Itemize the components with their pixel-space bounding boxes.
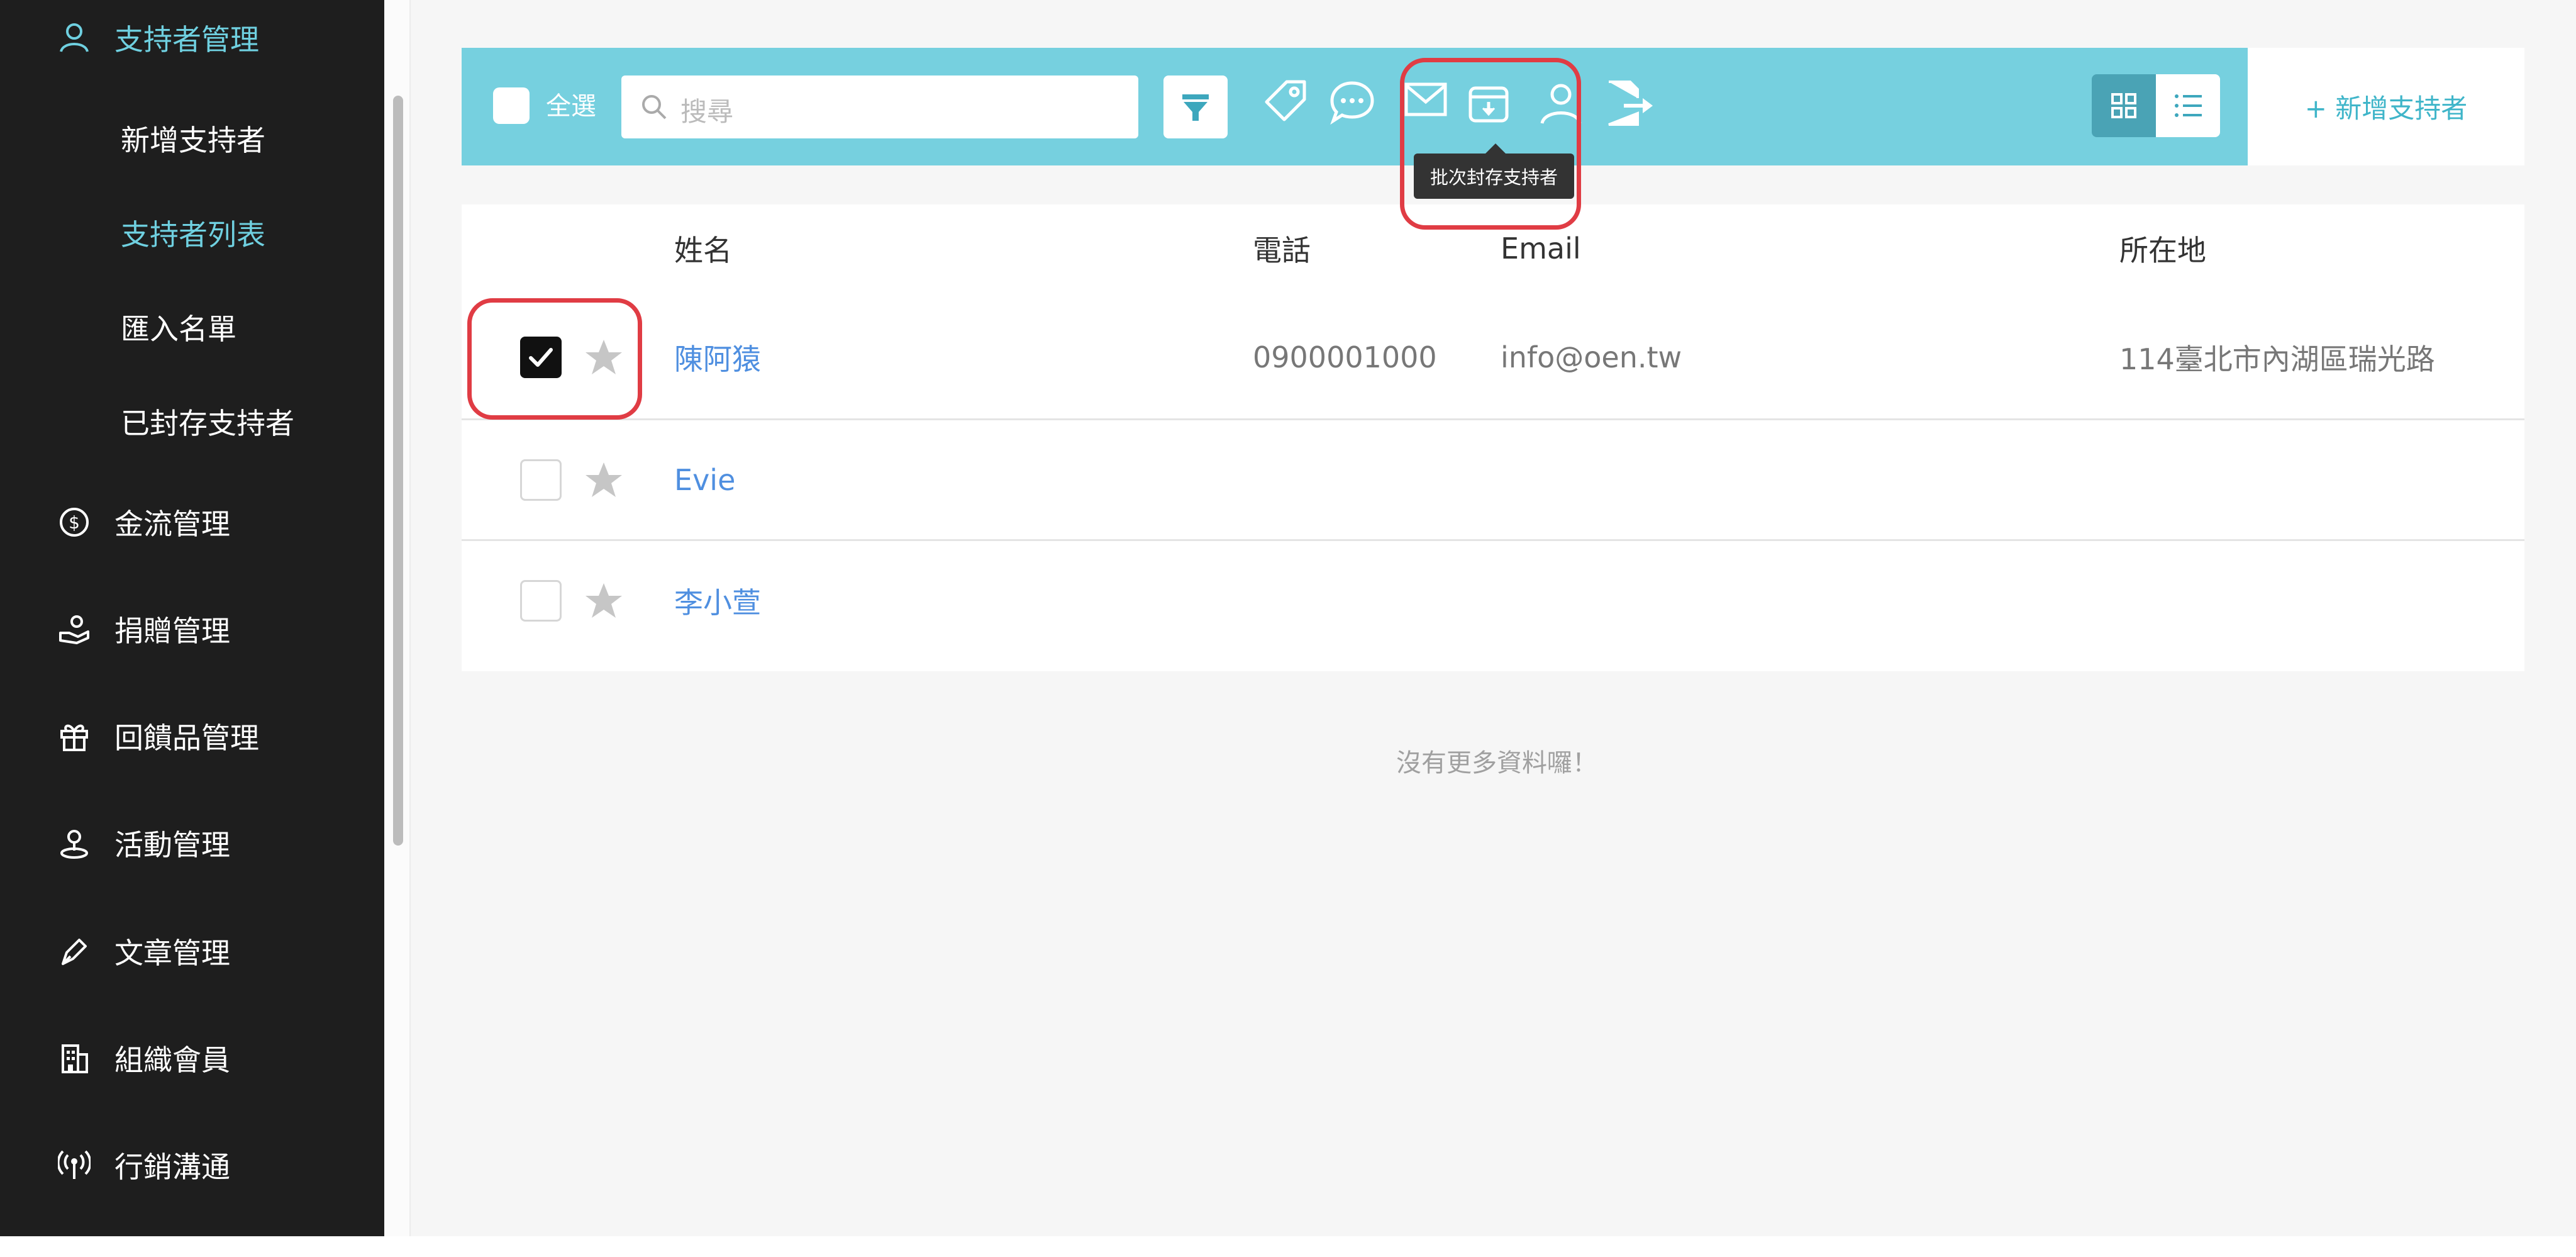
sidebar-item-label: 已封存支持者 <box>121 406 294 440</box>
select-all-label: 全選 <box>546 92 596 121</box>
sidebar-item-import-list[interactable]: 匯入名單 <box>0 289 384 365</box>
search-icon <box>640 93 668 121</box>
sidebar-item-label: 新增支持者 <box>121 123 265 157</box>
dollar-circle-icon: $ <box>58 506 91 539</box>
star-icon[interactable] <box>584 460 624 500</box>
star-icon[interactable] <box>584 581 624 621</box>
sidebar-item-marketing-communication[interactable]: 行銷溝通 <box>0 1127 384 1203</box>
column-header-location: 所在地 <box>2119 233 2206 267</box>
sidebar-scrollbar[interactable] <box>384 0 411 1236</box>
search-input[interactable]: 搜尋 <box>621 75 1138 138</box>
supporter-phone: 0900001000 <box>1253 340 1437 374</box>
supporter-name-link[interactable]: Evie <box>674 455 735 505</box>
sidebar-item-label: 捐贈管理 <box>114 614 230 648</box>
sidebar-item-organization-members[interactable]: 組織會員 <box>0 1020 384 1096</box>
list-view-button[interactable] <box>2156 74 2220 137</box>
sidebar-item-label: 支持者列表 <box>121 218 265 252</box>
highlight-box-checkbox <box>467 298 642 420</box>
list-icon <box>2174 93 2202 118</box>
supporter-name-link[interactable]: 李小萱 <box>674 576 761 626</box>
sidebar-scrollbar-thumb[interactable] <box>393 96 403 846</box>
sidebar: 支持者管理 新增支持者 支持者列表 匯入名單 已封存支持者 $ 金流管理 捐贈管… <box>0 0 384 1236</box>
sidebar-item-label: 行銷溝通 <box>114 1150 230 1184</box>
sidebar-item-supporter-list[interactable]: 支持者列表 <box>0 195 384 271</box>
filter-icon <box>1180 92 1211 123</box>
tooltip-arrow <box>1485 143 1506 154</box>
supporter-table <box>462 204 2524 671</box>
new-supporter-label: + 新增支持者 <box>2304 93 2468 124</box>
search-placeholder: 搜尋 <box>680 96 734 127</box>
sidebar-item-article-management[interactable]: 文章管理 <box>0 913 384 989</box>
no-more-data-message: 沒有更多資料囉！ <box>1396 749 1597 778</box>
location-pin-icon <box>58 827 91 859</box>
sidebar-item-donation-management[interactable]: 捐贈管理 <box>0 591 384 667</box>
sidebar-item-label: 文章管理 <box>114 936 230 970</box>
chat-bubble-icon[interactable] <box>1328 78 1376 126</box>
app-window: 支持者管理 新增支持者 支持者列表 匯入名單 已封存支持者 $ 金流管理 捐贈管… <box>0 0 2576 1236</box>
tag-icon[interactable] <box>1262 77 1309 125</box>
sidebar-item-label: 回饋品管理 <box>114 721 259 755</box>
select-all-checkbox[interactable] <box>493 87 530 124</box>
archive-tooltip: 批次封存支持者 <box>1414 154 1574 199</box>
supporter-name-link[interactable]: 陳阿猿 <box>674 332 761 383</box>
sidebar-item-archived-supporters[interactable]: 已封存支持者 <box>0 384 384 459</box>
donation-hand-icon <box>58 613 91 645</box>
sidebar-item-payment-management[interactable]: $ 金流管理 <box>0 484 384 560</box>
sidebar-item-label: 金流管理 <box>114 507 230 541</box>
sidebar-item-supporter-management[interactable]: 支持者管理 <box>0 0 384 75</box>
batch-toolbar: 全選 搜尋 <box>462 48 2248 165</box>
supporter-email: info@oen.tw <box>1501 340 1682 374</box>
sidebar-item-gift-management[interactable]: 回饋品管理 <box>0 698 384 774</box>
row-checkbox[interactable] <box>520 580 562 622</box>
sidebar-item-label: 匯入名單 <box>121 312 236 346</box>
row-divider <box>462 418 2524 420</box>
row-divider <box>462 539 2524 541</box>
building-icon <box>58 1042 91 1075</box>
sidebar-item-label: 組織會員 <box>114 1043 230 1077</box>
grid-icon <box>2111 93 2136 118</box>
pen-icon <box>58 935 91 968</box>
new-supporter-button[interactable]: + 新增支持者 <box>2248 48 2524 165</box>
column-header-name: 姓名 <box>674 233 732 267</box>
user-icon <box>58 21 91 54</box>
row-checkbox[interactable] <box>520 459 562 501</box>
gift-icon <box>58 720 91 752</box>
broadcast-icon <box>58 1149 91 1182</box>
supporter-location: 114臺北市內湖區瑞光路 <box>2119 342 2435 376</box>
sidebar-item-add-supporter[interactable]: 新增支持者 <box>0 101 384 176</box>
sidebar-item-label: 支持者管理 <box>114 23 259 57</box>
filter-button[interactable] <box>1163 75 1228 138</box>
export-file-icon[interactable] <box>1605 79 1655 127</box>
grid-view-button[interactable] <box>2092 74 2156 137</box>
column-header-phone: 電話 <box>1253 233 1311 267</box>
svg-text:$: $ <box>69 512 80 533</box>
sidebar-item-label: 活動管理 <box>114 828 230 862</box>
sidebar-item-event-management[interactable]: 活動管理 <box>0 805 384 881</box>
